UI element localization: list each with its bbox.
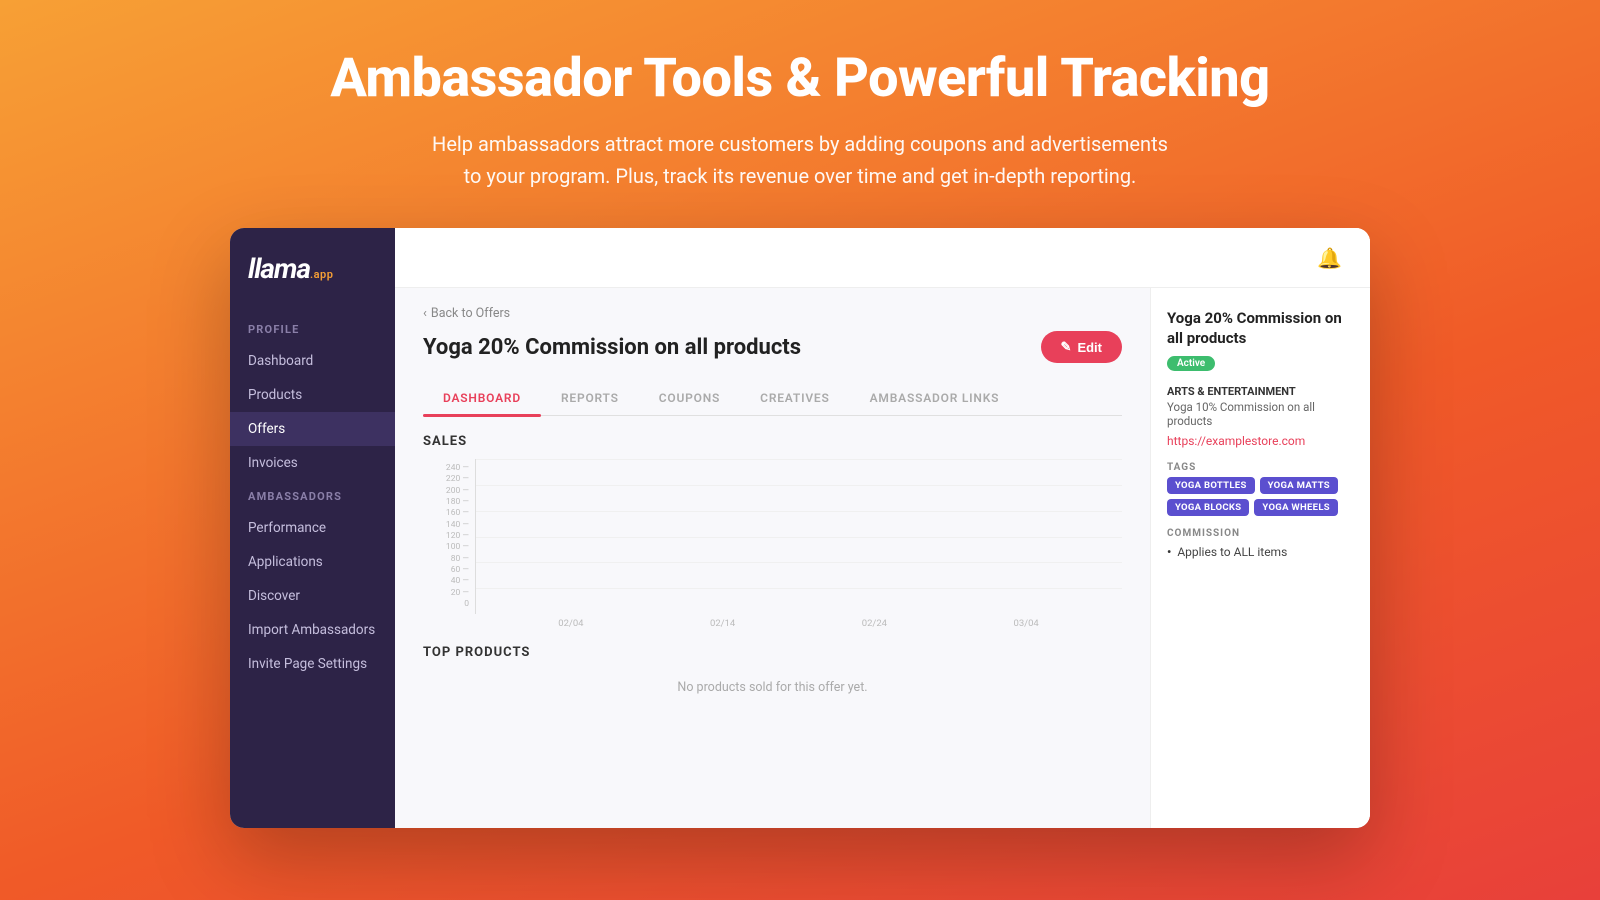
logo: llama.app [230,252,395,313]
app-window: llama.app PROFILE Dashboard Products Off… [230,228,1370,828]
tabs-bar: DASHBOARD REPORTS COUPONS CREATIVES AMBA… [423,381,1122,416]
hero-title: Ambassador Tools & Powerful Tracking [20,48,1580,110]
y-label-20: 20 — [451,588,469,598]
tag-yoga-bottles: YOGA BOTTLES [1167,477,1255,494]
y-label-120: 120 — [446,531,469,541]
sidebar-item-products[interactable]: Products [230,378,395,412]
tag-yoga-blocks: YOGA BLOCKS [1167,499,1249,516]
no-products-message: No products sold for this offer yet. [423,670,1122,705]
rp-commission-item: • Applies to ALL items [1167,545,1354,559]
rp-store-link[interactable]: https://examplestore.com [1167,434,1354,448]
sidebar-item-dashboard[interactable]: Dashboard [230,344,395,378]
bullet-icon: • [1167,545,1171,559]
chevron-left-icon: ‹ [423,306,427,321]
sidebar-item-offers[interactable]: Offers [230,412,395,446]
page-body: ‹ Back to Offers Yoga 20% Commission on … [395,288,1370,828]
y-label-80: 80 — [451,554,469,564]
sidebar-item-applications[interactable]: Applications [230,545,395,579]
sidebar-item-discover[interactable]: Discover [230,579,395,613]
edit-button[interactable]: ✎ Edit [1041,331,1122,363]
tab-ambassador-links[interactable]: AMBASSADOR LINKS [850,381,1020,415]
x-label-0204: 02/04 [537,618,605,629]
tab-coupons[interactable]: COUPONS [639,381,740,415]
rp-category-label: ARTS & ENTERTAINMENT [1167,385,1354,398]
tab-dashboard[interactable]: DASHBOARD [423,381,541,415]
rp-tags-label: TAGS [1167,462,1354,473]
topbar: 🔔 [395,228,1370,288]
sales-section: SALES 240 — 220 — 200 — 180 — 160 — 140 … [423,434,1122,629]
back-link[interactable]: ‹ Back to Offers [423,306,1122,321]
logo-text: llama [248,252,310,285]
x-label-0214: 02/14 [689,618,757,629]
sidebar-item-invite-page-settings[interactable]: Invite Page Settings [230,647,395,681]
edit-icon: ✎ [1061,339,1072,355]
sidebar-item-performance[interactable]: Performance [230,511,395,545]
y-label-40: 40 — [451,576,469,586]
y-label-100: 100 — [446,542,469,552]
page-main: ‹ Back to Offers Yoga 20% Commission on … [395,288,1150,828]
bell-icon[interactable]: 🔔 [1317,246,1342,270]
y-label-60: 60 — [451,565,469,575]
rp-category-sub: Yoga 10% Commission on all products [1167,400,1354,428]
sidebar: llama.app PROFILE Dashboard Products Off… [230,228,395,828]
sidebar-item-invoices[interactable]: Invoices [230,446,395,480]
sidebar-section-ambassadors: AMBASSADORS [230,490,395,511]
right-panel: Yoga 20% Commission on all products Acti… [1150,288,1370,828]
main-content: 🔔 ‹ Back to Offers Yoga 20% Commission o… [395,228,1370,828]
y-label-0: 0 [464,599,469,609]
y-label-140: 140 — [446,520,469,530]
tab-creatives[interactable]: CREATIVES [740,381,849,415]
top-products-title: TOP PRODUCTS [423,645,1122,660]
tag-yoga-matts: YOGA MATTS [1260,477,1338,494]
top-products-section: TOP PRODUCTS No products sold for this o… [423,645,1122,705]
page-header: Yoga 20% Commission on all products ✎ Ed… [423,331,1122,363]
rp-commission-label: COMMISSION [1167,528,1354,539]
y-label-240: 240 — [446,463,469,473]
x-label-0304: 03/04 [992,618,1060,629]
y-label-220: 220 — [446,474,469,484]
x-label-0224: 02/24 [840,618,908,629]
tags-container: YOGA BOTTLES YOGA MATTS YOGA BLOCKS YOGA… [1167,477,1354,516]
sidebar-section-profile: PROFILE [230,323,395,344]
tab-reports[interactable]: REPORTS [541,381,639,415]
rp-offer-title: Yoga 20% Commission on all products [1167,308,1354,349]
page-title: Yoga 20% Commission on all products [423,335,801,360]
hero-section: Ambassador Tools & Powerful Tracking Hel… [0,0,1600,228]
sidebar-item-import-ambassadors[interactable]: Import Ambassadors [230,613,395,647]
sales-title: SALES [423,434,1122,449]
y-label-180: 180 — [446,497,469,507]
active-badge: Active [1167,356,1215,371]
y-label-160: 160 — [446,508,469,518]
y-label-200: 200 — [446,486,469,496]
tag-yoga-wheels: YOGA WHEELS [1254,499,1338,516]
hero-description: Help ambassadors attract more customers … [20,128,1580,192]
